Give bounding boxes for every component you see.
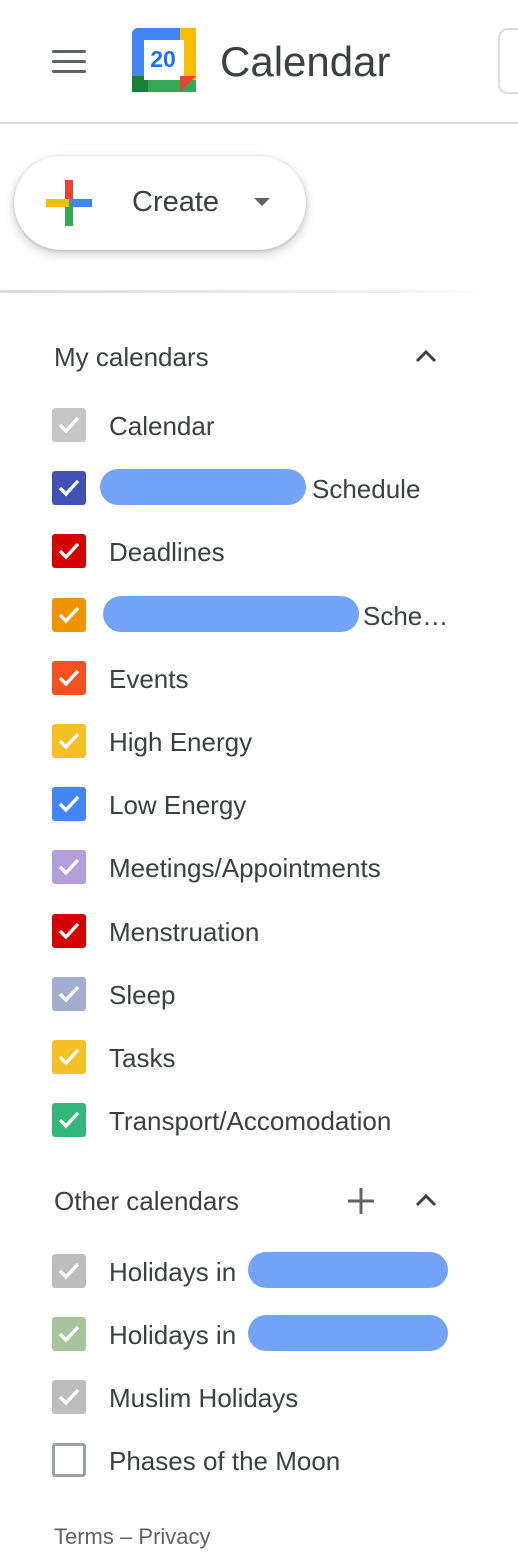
calendar-item[interactable]: Meetings/Appointments (0, 840, 518, 898)
chevron-up-icon[interactable] (414, 1188, 438, 1212)
calendar-checkbox[interactable] (52, 1443, 86, 1477)
separator: – (120, 1524, 133, 1549)
calendar-label: Deadlines (109, 537, 225, 568)
calendar-label: Sleep (109, 979, 176, 1010)
privacy-link[interactable]: Privacy (138, 1524, 210, 1549)
calendar-item[interactable]: Muslim Holidays (0, 1370, 518, 1428)
calendar-item[interactable]: High Energy (0, 714, 518, 772)
dropdown-caret-icon[interactable] (254, 198, 270, 206)
section-title: Other calendars (54, 1186, 239, 1216)
checkmark-icon (58, 1048, 80, 1066)
calendar-item[interactable]: Sleep (0, 967, 518, 1025)
checkmark-icon (58, 732, 80, 750)
create-label: Create (132, 186, 220, 218)
calendar-checkbox[interactable] (52, 1317, 86, 1351)
calendar-label: Holidays in (109, 1257, 237, 1287)
calendar-checkbox[interactable] (52, 1103, 86, 1138)
checkmark-icon (58, 796, 80, 813)
hamburger-menu-icon (52, 50, 86, 53)
logo-day-number: 20 (150, 46, 176, 72)
checkmark-icon (58, 859, 80, 876)
calendar-label: Calendar (109, 411, 215, 441)
add-calendar-plus-icon[interactable] (346, 1186, 376, 1216)
checkmark-icon (58, 416, 80, 434)
calendar-checkbox[interactable] (52, 724, 86, 758)
checkmark-icon (58, 1262, 80, 1280)
hamburger-line (52, 70, 86, 73)
calendar-checkbox[interactable] (52, 913, 86, 948)
calendar-item[interactable]: Deadlines (0, 524, 518, 582)
calendar-item[interactable]: Sche… (0, 588, 518, 646)
checkmark-icon (58, 1388, 80, 1406)
divider (0, 290, 488, 293)
redacted-text (248, 1252, 448, 1288)
calendar-item[interactable]: Events (0, 651, 518, 709)
calendar-label: Low Energy (109, 790, 247, 821)
calendar-checkbox[interactable] (52, 787, 86, 822)
redacted-text (103, 595, 359, 632)
checkmark-icon (58, 543, 80, 560)
chevron-up-icon[interactable] (414, 344, 438, 368)
calendar-checkbox[interactable] (52, 660, 86, 695)
checkmark-icon (58, 985, 80, 1003)
calendar-checkbox[interactable] (52, 976, 86, 1011)
create-button[interactable]: Create (14, 156, 306, 250)
calendar-label: Phases of the Moon (109, 1446, 341, 1476)
calendar-item[interactable]: Holidays in (0, 1307, 518, 1365)
main-menu-button[interactable] (46, 40, 92, 84)
calendar-item[interactable]: Tasks (0, 1030, 518, 1088)
calendar-checkbox[interactable] (52, 1380, 86, 1414)
calendar-label: Holidays in (109, 1320, 237, 1350)
calendar-item[interactable]: Transport/Accomodation (0, 1093, 518, 1151)
calendar-checkbox[interactable] (52, 850, 86, 885)
terms-link[interactable]: Terms (54, 1524, 114, 1549)
top-app-bar: 20 Calendar (0, 0, 518, 124)
redacted-text (248, 1315, 448, 1351)
calendar-label: Transport/Accomodation (109, 1106, 392, 1137)
calendar-item[interactable]: Calendar (0, 398, 518, 456)
calendar-item[interactable]: Menstruation (0, 904, 518, 962)
calendar-logo-icon[interactable]: 20 (132, 28, 196, 92)
calendar-item[interactable]: Low Energy (0, 777, 518, 835)
calendar-item[interactable]: Schedule (0, 461, 518, 519)
calendar-label: Meetings/Appointments (109, 853, 381, 884)
calendar-label: Menstruation (109, 916, 260, 947)
calendar-label: Sche… (363, 600, 449, 631)
section-title: My calendars (54, 342, 209, 372)
checkmark-icon (58, 1112, 80, 1129)
calendar-checkbox[interactable] (52, 471, 86, 506)
checkmark-icon (58, 922, 80, 940)
calendar-item[interactable]: Holidays in (0, 1244, 518, 1302)
calendar-label: Schedule (312, 474, 421, 505)
footer: Terms – Privacy (54, 1524, 211, 1550)
calendar-checkbox[interactable] (52, 1040, 86, 1074)
app-title: Calendar (220, 38, 391, 85)
calendar-checkbox[interactable] (52, 534, 86, 569)
calendar-label: Muslim Holidays (109, 1383, 299, 1413)
redacted-text (100, 469, 306, 506)
checkmark-icon (58, 480, 80, 497)
calendar-item[interactable]: Phases of the Moon (0, 1433, 518, 1491)
my-calendars-header[interactable]: My calendars (0, 328, 518, 388)
plus-multicolor-icon (46, 180, 92, 226)
hamburger-line (52, 60, 86, 63)
calendar-checkbox[interactable] (52, 1254, 86, 1288)
other-calendars-header[interactable]: Other calendars (0, 1172, 518, 1232)
checkmark-icon (58, 1325, 80, 1343)
calendar-label: High Energy (109, 727, 253, 757)
checkmark-icon (58, 669, 80, 687)
checkmark-icon (58, 606, 80, 624)
search-box[interactable] (498, 28, 518, 94)
calendar-checkbox[interactable] (52, 408, 86, 442)
calendar-checkbox[interactable] (52, 597, 86, 632)
calendar-label: Events (109, 663, 189, 694)
calendar-label: Tasks (109, 1043, 176, 1073)
